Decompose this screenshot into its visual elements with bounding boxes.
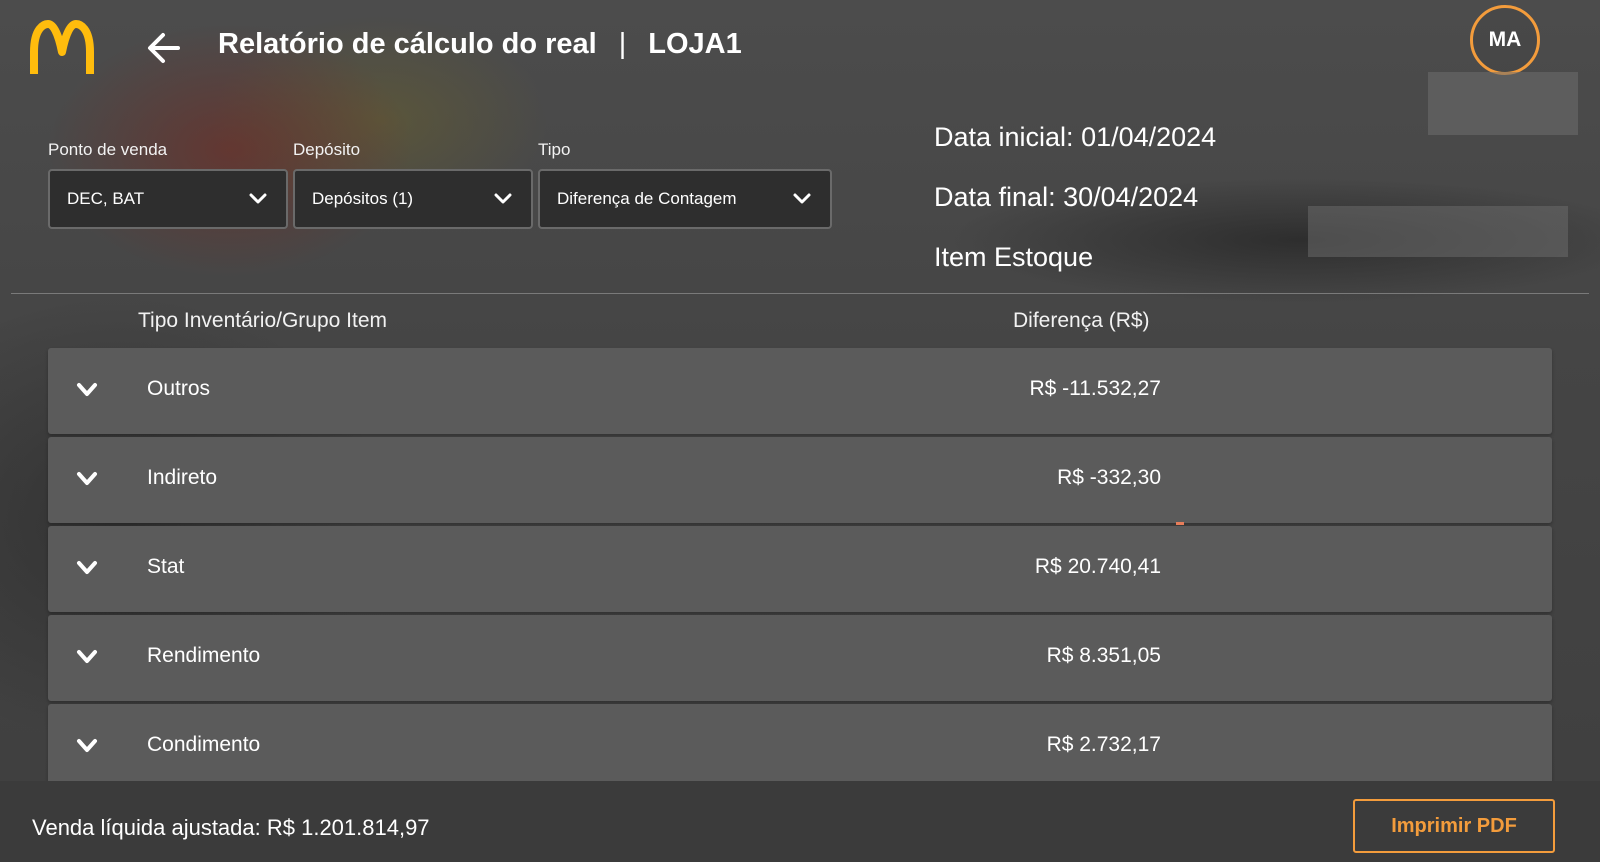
chevron-down-icon[interactable]: [76, 560, 98, 576]
footer-bar: Venda líquida ajustada: R$ 1.201.814,97 …: [0, 781, 1600, 862]
back-arrow-icon[interactable]: [144, 28, 184, 68]
list-item[interactable]: Condimento R$ 2.732,17: [48, 704, 1552, 790]
point-of-sale-select[interactable]: DEC, BAT: [48, 169, 288, 229]
mcdonalds-logo: [30, 20, 94, 74]
list-item[interactable]: Outros R$ -11.532,27: [48, 348, 1552, 434]
chevron-down-icon: [793, 193, 811, 204]
filter-label: Ponto de venda: [48, 140, 168, 159]
select-value: Depósitos (1): [312, 189, 414, 208]
print-pdf-button[interactable]: Imprimir PDF: [1353, 799, 1555, 853]
select-value: Diferença de Contagem: [557, 189, 737, 208]
column-header-difference: Diferença (R$): [1013, 309, 1150, 332]
chevron-down-icon[interactable]: [76, 738, 98, 754]
group-name: Indireto: [147, 466, 218, 489]
decorative-mark: [1176, 522, 1184, 525]
chevron-down-icon: [494, 193, 512, 204]
report-screen: Relatório de cálculo do real | LOJA1 MA Po…: [0, 0, 1600, 862]
store-name: LOJA1: [648, 28, 742, 60]
group-difference: R$ 2.732,17: [1046, 733, 1161, 756]
redacted-area: [1308, 206, 1568, 257]
net-sales-total: Venda líquida ajustada: R$ 1.201.814,97: [32, 815, 430, 840]
chevron-down-icon: [249, 193, 267, 204]
group-difference: R$ -11.532,27: [1029, 377, 1161, 400]
group-name: Outros: [147, 377, 211, 400]
group-name: Rendimento: [147, 644, 261, 667]
chevron-down-icon[interactable]: [76, 649, 98, 665]
report-title: Relatório de cálculo do real: [218, 28, 597, 60]
divider: [11, 293, 1589, 294]
type-select[interactable]: Diferença de Contagem: [538, 169, 832, 229]
report-info: Data inicial: 01/04/2024 Data final: 30/…: [934, 122, 1216, 302]
page-title: Relatório de cálculo do real | LOJA1: [218, 28, 742, 61]
chevron-down-icon[interactable]: [76, 382, 98, 398]
select-value: DEC, BAT: [67, 189, 145, 208]
group-difference: R$ -332,30: [1057, 466, 1161, 489]
end-date: Data final: 30/04/2024: [934, 182, 1199, 212]
filter-deposit: Depósito Depósitos (1): [293, 140, 533, 229]
group-difference: R$ 20.740,41: [1034, 555, 1161, 578]
user-avatar[interactable]: MA: [1470, 5, 1540, 75]
filter-type: Tipo Diferença de Contagem: [538, 140, 832, 229]
chevron-down-icon[interactable]: [76, 471, 98, 487]
column-header-group: Tipo Inventário/Grupo Item: [138, 309, 388, 332]
list-item[interactable]: Stat R$ 20.740,41: [48, 526, 1552, 612]
filter-label: Tipo: [538, 140, 571, 159]
redacted-area: [1428, 72, 1578, 135]
filter-label: Depósito: [293, 140, 361, 159]
group-name: Condimento: [147, 733, 261, 756]
filter-point-of-sale: Ponto de venda DEC, BAT: [48, 140, 288, 229]
inventory-group-list: Outros R$ -11.532,27 Indireto R$ -332,30…: [48, 348, 1552, 793]
list-item[interactable]: Indireto R$ -332,30: [48, 437, 1552, 523]
start-date: Data inicial: 01/04/2024: [934, 122, 1217, 152]
group-difference: R$ 8.351,05: [1046, 644, 1161, 667]
list-item[interactable]: Rendimento R$ 8.351,05: [48, 615, 1552, 701]
group-name: Stat: [147, 555, 185, 578]
deposit-select[interactable]: Depósitos (1): [293, 169, 533, 229]
title-separator: |: [618, 28, 627, 60]
